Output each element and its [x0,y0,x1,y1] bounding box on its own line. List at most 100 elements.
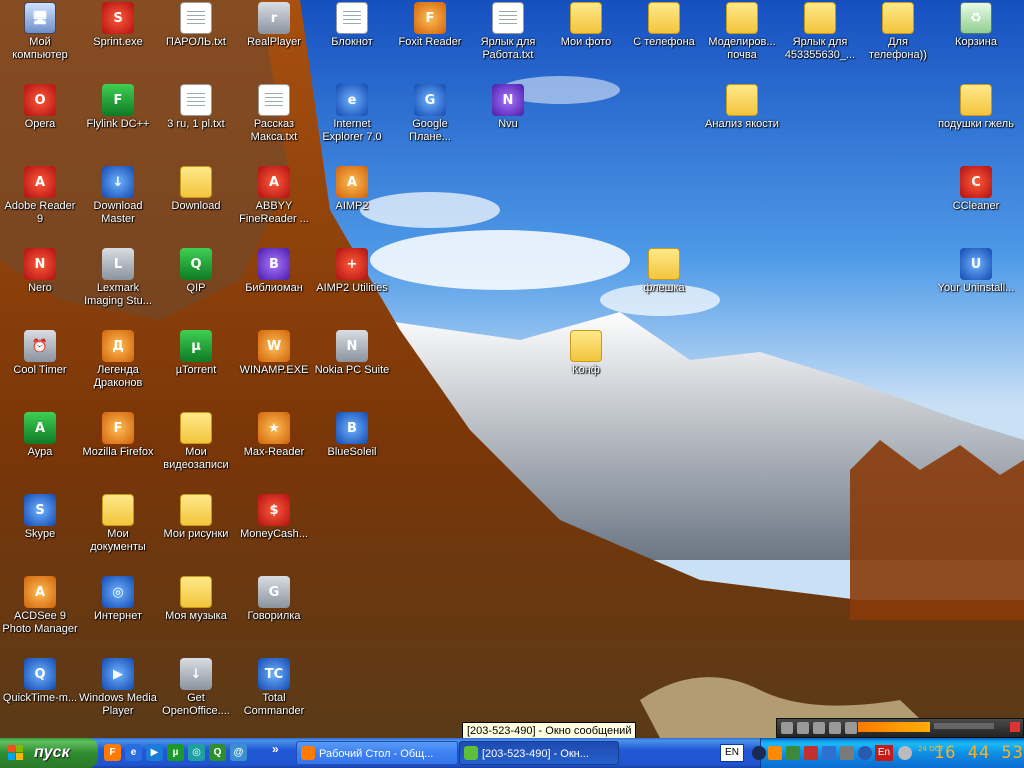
desktop-icon[interactable]: N Nvu [468,84,548,131]
desktop-icon[interactable]: N Nero [0,248,80,295]
stop-button[interactable] [829,722,841,734]
desktop-icon[interactable]: A ACDSee 9 Photo Manager [0,576,80,636]
player-close-button[interactable] [1010,722,1020,732]
desktop-icon[interactable]: Моделиров... почва [702,2,782,62]
prev-button[interactable] [781,722,793,734]
desktop-icon[interactable]: Д Легенда Драконов [78,330,158,390]
quicklaunch-firefox-icon[interactable]: F [104,744,121,761]
desktop-icon[interactable]: ⏰ Cool Timer [0,330,80,377]
desktop-icon[interactable]: Ярлык для 453355630_... [780,2,860,62]
desktop-icon[interactable]: Конф [546,330,626,377]
aimp-tray-icon[interactable] [768,746,782,760]
desktop-icon-label: Your Uninstall... [937,282,1015,294]
desktop-icon-label: AIMP2 Utilities [316,282,388,294]
desktop-icon[interactable]: A Аура [0,412,80,459]
desktop-icon[interactable]: S Sprint.exe [78,2,158,49]
desktop-icon[interactable]: r RealPlayer [234,2,314,49]
desktop-icon-label: Nero [28,282,52,294]
desktop-icon[interactable]: Моя музыка [156,576,236,623]
desktop-icon[interactable]: C CCleaner [936,166,1016,213]
desktop-icon[interactable]: Блокнот [312,2,392,49]
pause-button[interactable] [813,722,825,734]
desktop-icon[interactable]: $ MoneyCash... [234,494,314,541]
desktop-icon-label: Nokia PC Suite [314,364,390,376]
desktop-icon[interactable]: W WINAMP.EXE [234,330,314,377]
language-indicator[interactable]: EN [720,744,744,762]
play-button[interactable] [797,722,809,734]
internet-icon: ◎ [102,576,134,608]
desktop-icon[interactable]: флешка [624,248,704,295]
start-button[interactable]: пуск [0,738,98,768]
folder-icon [726,84,758,116]
desktop-icon[interactable]: Анализ якости [702,84,782,131]
desktop-icon[interactable]: O Opera [0,84,80,131]
quick-launch-more-button[interactable]: » [272,742,279,756]
desktop-icon[interactable]: ★ Max-Reader [234,412,314,459]
desktop-icon[interactable]: ↓ Download Master [78,166,158,226]
desktop-icon[interactable]: Q QIP [156,248,236,295]
quicklaunch-internet-explorer-icon[interactable]: e [125,744,142,761]
desktop-icon[interactable]: U Your Uninstall... [936,248,1016,295]
desktop-icon-label: CCleaner [952,200,1000,212]
desktop-icon[interactable]: 🖥 Мой компьютер [0,2,80,62]
desktop-icon[interactable]: A Adobe Reader 9 [0,166,80,226]
desktop-icon[interactable]: С телефона [624,2,704,49]
desktop-icon[interactable]: подушки гжель [936,84,1016,131]
taskbar-button[interactable]: Рабочий Стол - Общ... [296,741,458,765]
desktop-icon[interactable]: ПАРОЛЬ.txt [156,2,236,49]
desktop-icon[interactable]: G Говорилка [234,576,314,623]
desktop-icon[interactable]: Мои фото [546,2,626,49]
quicklaunch-messenger-icon[interactable]: @ [230,744,247,761]
taskbar-button[interactable]: [203-523-490] - Окн... [459,741,619,765]
desktop-icon[interactable]: ↓ Get OpenOffice.... [156,658,236,718]
antivirus-tray-icon[interactable] [804,746,818,760]
desktop-icon[interactable]: + AIMP2 Utilities [312,248,392,295]
taskbar-button-label: Рабочий Стол - Общ... [319,748,434,760]
desktop-icon[interactable]: S Skype [0,494,80,541]
keyboard-layout-tray-icon[interactable]: En [875,745,893,761]
settings-tray-icon[interactable] [786,746,800,760]
desktop-icon[interactable]: F Foxit Reader [390,2,470,49]
desktop-icon[interactable]: e Internet Explorer 7.0 [312,84,392,144]
desktop-icon[interactable]: ♻ Корзина [936,2,1016,49]
desktop-icon[interactable]: B Библиоман [234,248,314,295]
desktop-icon[interactable]: Ярлык для Работа.txt [468,2,548,62]
desktop-icon[interactable]: G Google Плане... [390,84,470,144]
desktop-icon[interactable]: ◎ Интернет [78,576,158,623]
desktop-icon[interactable]: Q QuickTime-m... [0,658,80,705]
display-tray-icon[interactable] [840,746,854,760]
chevron-left-icon[interactable] [752,746,766,760]
quicklaunch-globe-icon[interactable]: ◎ [188,744,205,761]
desktop-icon[interactable]: µ µTorrent [156,330,236,377]
my-documents-icon [102,494,134,526]
quicklaunch-media-player-icon[interactable]: ▶ [146,744,163,761]
desktop-icon[interactable]: Для телефона)) [858,2,938,62]
desktop-icon[interactable]: A ABBYY FineReader ... [234,166,314,226]
network-tray-icon[interactable] [822,746,836,760]
desktop-icon[interactable]: Download [156,166,236,213]
desktop-icon[interactable]: F Flylink DC++ [78,84,158,131]
quicklaunch-utorrent-icon[interactable]: µ [167,744,184,761]
clock[interactable]: 16 44 53 [934,738,1024,768]
desktop-icon[interactable]: Мои документы [78,494,158,554]
desktop-icon[interactable]: 3 ru, 1 pl.txt [156,84,236,131]
desktop-icon[interactable]: Рассказ Макса.txt [234,84,314,144]
next-button[interactable] [845,722,857,734]
desktop-icon[interactable]: Мои рисунки [156,494,236,541]
desktop-icon[interactable]: F Mozilla Firefox [78,412,158,459]
desktop-icon[interactable]: N Nokia PC Suite [312,330,392,377]
desktop-icon[interactable]: TC Total Commander [234,658,314,718]
desktop-icon-label: AIMP2 [335,200,369,212]
acdsee-icon: A [24,576,56,608]
desktop-icon[interactable]: ▶ Windows Media Player [78,658,158,718]
volume-tray-icon[interactable] [898,746,912,760]
quicklaunch-qip-icon[interactable]: Q [209,744,226,761]
bluetooth-tray-icon[interactable] [858,746,872,760]
desktop[interactable]: 🖥 Мой компьютер S Sprint.exe ПАРОЛЬ.txt r Real… [0,0,1024,738]
desktop-icon[interactable]: Мои видеозаписи [156,412,236,472]
desktop-icon[interactable]: A AIMP2 [312,166,392,213]
desktop-icon[interactable]: L Lexmark Imaging Stu... [78,248,158,308]
player-volume-slider[interactable] [934,723,994,729]
uninstaller-icon: U [960,248,992,280]
desktop-icon[interactable]: B BlueSoleil [312,412,392,459]
